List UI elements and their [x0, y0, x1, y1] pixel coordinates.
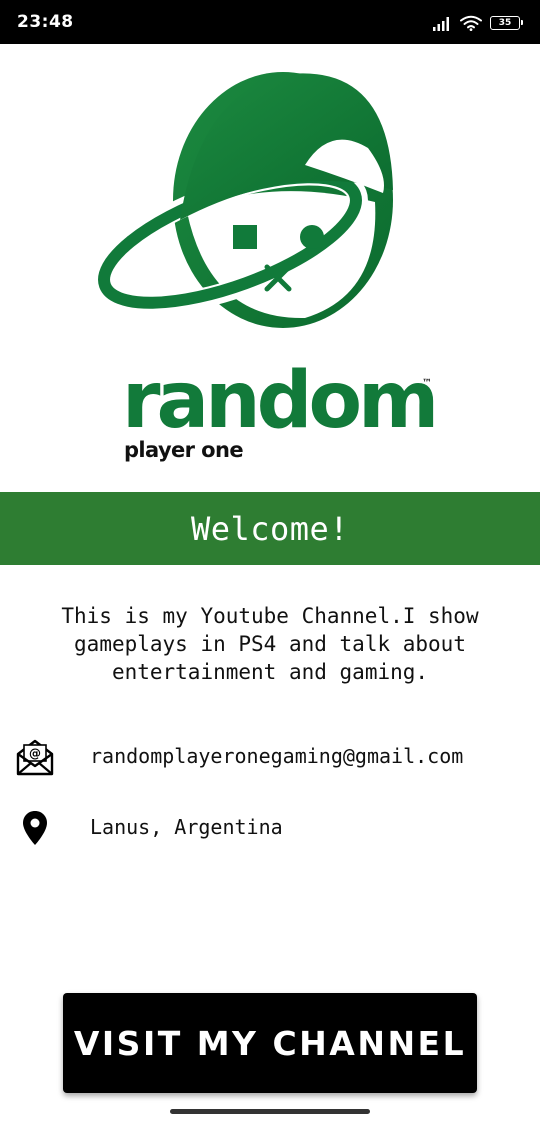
email-address[interactable]: randomplayeronegaming@gmail.com — [90, 744, 463, 768]
signal-icon — [433, 17, 449, 31]
description-line: entertainment and gaming. — [111, 660, 429, 684]
battery-icon: 35 — [490, 16, 523, 30]
home-indicator[interactable] — [170, 1109, 370, 1114]
visit-channel-label: VISIT MY CHANNEL — [73, 1023, 467, 1063]
wifi-icon — [460, 15, 482, 31]
channel-description: This is my Youtube Channel.I show gamepl… — [20, 602, 520, 686]
app-screen: 23:48 35 random ™ player one Welcome! Th… — [0, 0, 540, 1124]
channel-logo: random ™ player one — [90, 70, 450, 470]
description-line: gameplays in PS4 and talk about — [74, 632, 466, 656]
logo-trademark: ™ — [422, 378, 432, 389]
status-time: 23:48 — [17, 12, 74, 32]
svg-text:@: @ — [29, 747, 41, 761]
player-mascot-icon — [92, 72, 393, 328]
location-text: Lanus, Argentina — [90, 815, 283, 839]
location-pin-icon — [14, 806, 56, 850]
logo-subtitle: player one — [124, 438, 244, 462]
logo-wordmark: random — [122, 356, 439, 446]
status-icons: 35 — [432, 13, 523, 33]
welcome-text: Welcome! — [190, 509, 350, 548]
location-row: Lanus, Argentina — [0, 806, 540, 850]
visit-channel-button[interactable]: VISIT MY CHANNEL — [63, 993, 477, 1093]
welcome-banner: Welcome! — [0, 492, 540, 565]
email-icon: @ — [14, 735, 56, 779]
status-bar: 23:48 35 — [0, 0, 540, 44]
battery-level: 35 — [498, 18, 512, 28]
description-line: This is my Youtube Channel.I show — [61, 604, 479, 628]
email-row[interactable]: @ randomplayeronegaming@gmail.com — [0, 735, 540, 779]
